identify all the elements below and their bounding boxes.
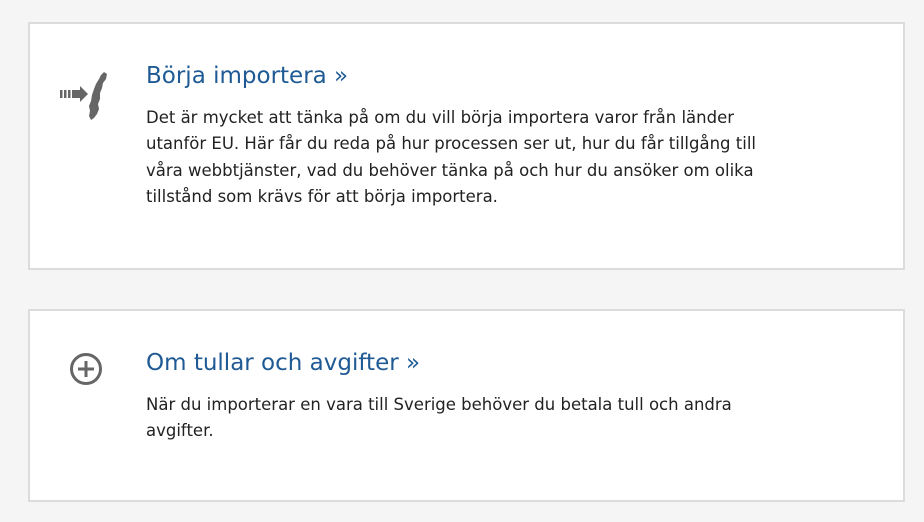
card-description: När du importerar en vara till Sverige b… [146, 394, 732, 441]
plus-circle-icon [58, 341, 114, 397]
tullar-avgifter-link[interactable]: Om tullar och avgifter » [146, 349, 420, 378]
borja-importera-link[interactable]: Börja importera » [146, 62, 348, 91]
card-borja-importera: Börja importera » Det är mycket att tänk… [28, 22, 905, 270]
card-body: Om tullar och avgifter » När du importer… [146, 349, 786, 445]
card-body: Börja importera » Det är mycket att tänk… [146, 62, 786, 210]
card-tullar-avgifter: Om tullar och avgifter » När du importer… [28, 309, 905, 502]
card-description: Det är mycket att tänka på om du vill bö… [146, 107, 756, 206]
import-sweden-icon [58, 68, 114, 124]
